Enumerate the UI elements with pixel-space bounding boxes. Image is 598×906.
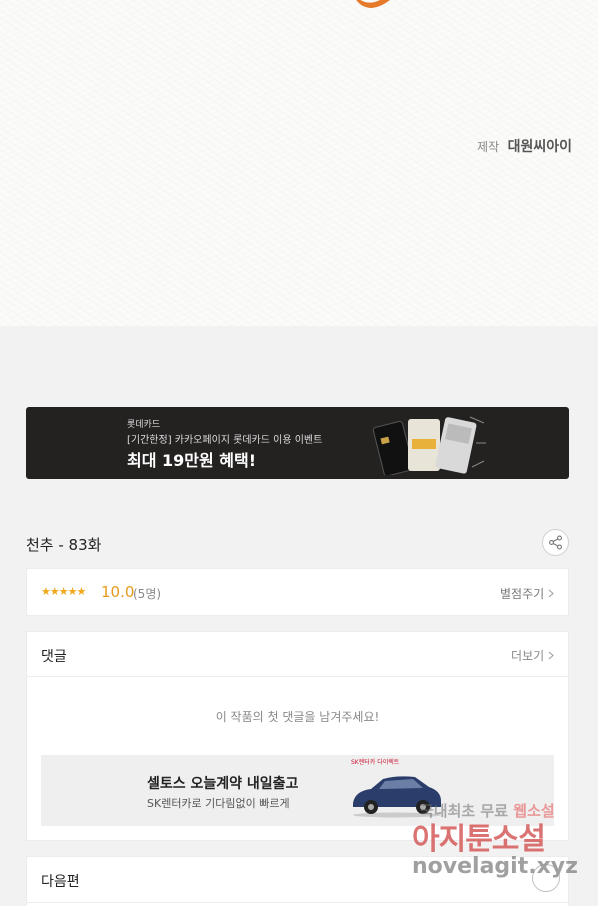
production-credit: 제작 대원씨아이 bbox=[477, 136, 572, 156]
ring-icon bbox=[532, 864, 560, 892]
comments-empty-message: 이 작품의 첫 댓글을 남겨주세요! bbox=[215, 710, 380, 724]
rate-button-label: 별점주기 bbox=[500, 587, 545, 601]
rating-score: 10.0 bbox=[101, 583, 135, 601]
watermark: 국내최초 무료 웹소설 아지툰소설 novelagit.xyz bbox=[412, 798, 592, 898]
share-icon bbox=[549, 535, 562, 550]
credit-label: 제작 bbox=[477, 140, 500, 154]
banner-headline: 최대 19만원 혜택! bbox=[127, 451, 257, 470]
rating-count: (5명) bbox=[133, 587, 162, 601]
rating-stars: ★★★★★ bbox=[41, 585, 86, 598]
divider bbox=[27, 902, 568, 903]
banner-subtitle: [기간한정] 카카오페이지 롯데카드 이용 이벤트 bbox=[127, 435, 323, 446]
comments-more-button[interactable]: 더보기 bbox=[511, 647, 554, 664]
rating-panel: ★★★★★ 10.0 (5명) 별점주기 bbox=[26, 568, 569, 616]
ad-title: 셀토스 오늘계약 내일출고 bbox=[147, 776, 299, 792]
comments-header: 댓글 더보기 bbox=[27, 632, 568, 677]
ad-brand-logo: SK렌터카 다이렉트 bbox=[351, 759, 400, 766]
episode-title: 천추 - 83화 bbox=[26, 536, 102, 554]
banner-brand: 롯데카드 bbox=[127, 420, 161, 430]
credit-cards-image bbox=[372, 416, 486, 475]
rate-button[interactable]: 별점주기 bbox=[500, 585, 554, 602]
comic-end-panel: 제작 대원씨아이 bbox=[0, 0, 598, 326]
ad-subtitle: SK렌터카로 기다림없이 빠르게 bbox=[147, 797, 290, 810]
share-button[interactable] bbox=[542, 529, 569, 556]
chevron-right-icon bbox=[548, 589, 554, 598]
paper-texture bbox=[0, 0, 598, 326]
chevron-right-icon bbox=[548, 651, 554, 660]
next-episode-title: 다음편 bbox=[41, 874, 80, 890]
comments-title: 댓글 bbox=[41, 649, 67, 665]
promo-banner[interactable]: 롯데카드 [기간한정] 카카오페이지 롯데카드 이용 이벤트 최대 19만원 혜… bbox=[26, 407, 569, 479]
comments-more-label: 더보기 bbox=[511, 649, 545, 663]
watermark-line2: 아지툰소설 bbox=[412, 822, 546, 857]
logo-fragment-icon bbox=[356, 0, 390, 8]
credit-value: 대원씨아이 bbox=[507, 139, 572, 155]
